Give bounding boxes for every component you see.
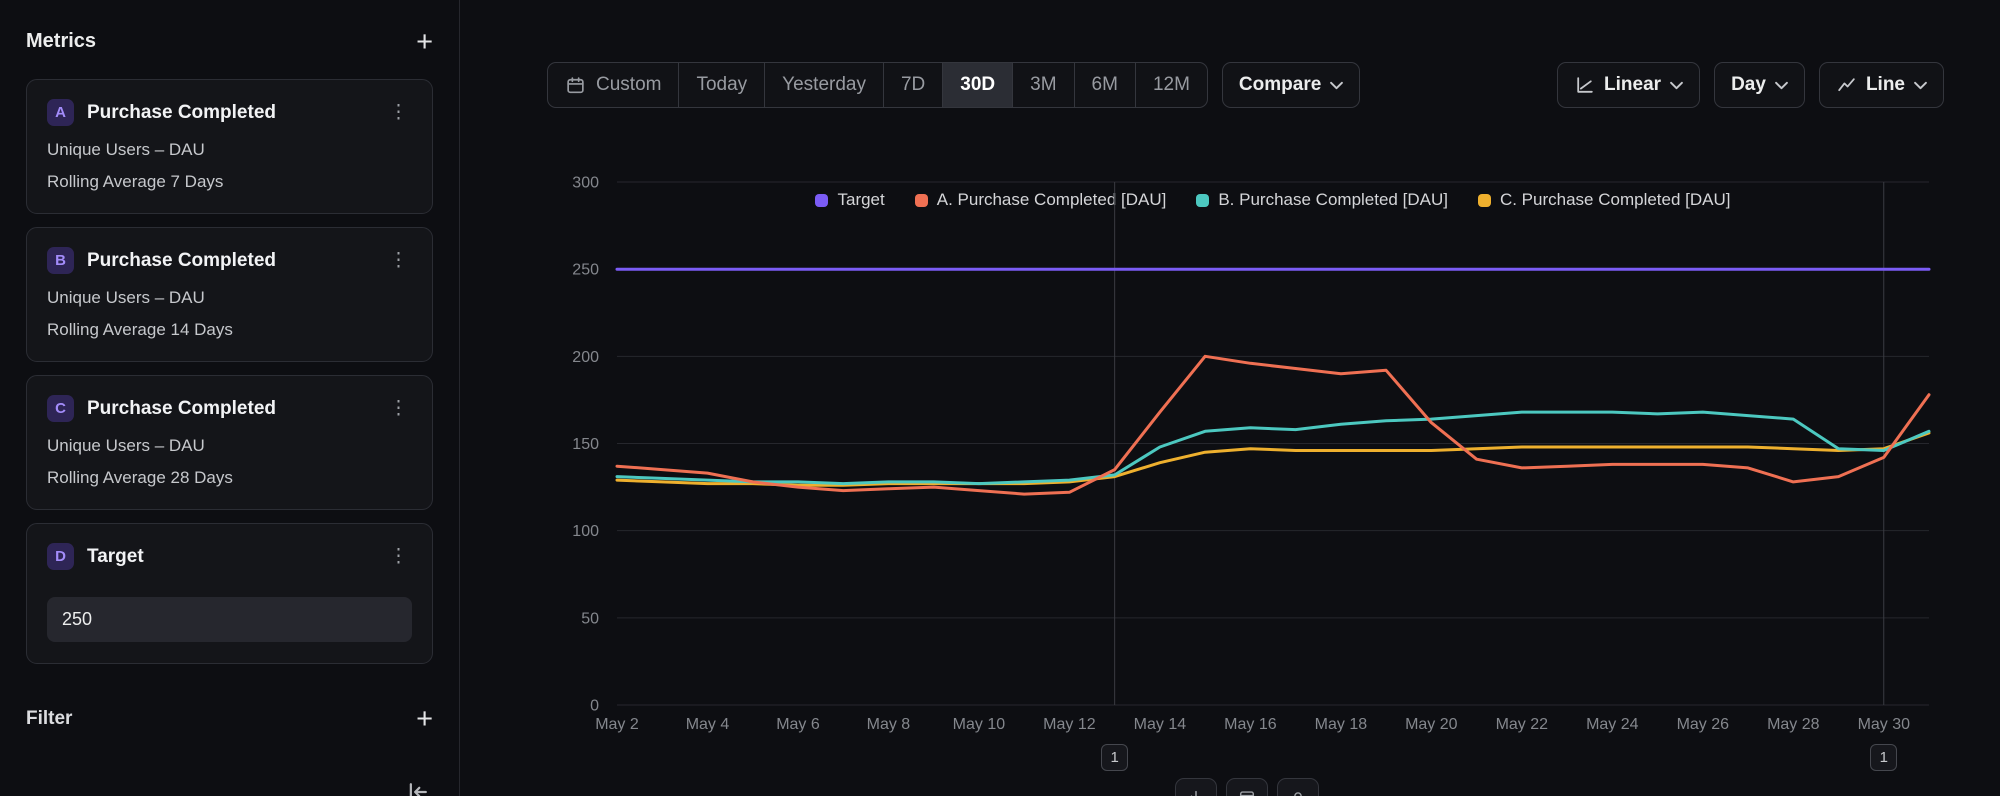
line-chart: 0 50 100 150 200 250 300 May 2 May 4 May 6 May 8 Ma… xyxy=(461,0,2000,796)
svg-text:May 30: May 30 xyxy=(1858,716,1911,733)
collapse-sidebar-button[interactable] xyxy=(405,779,435,796)
svg-text:100: 100 xyxy=(572,523,599,540)
metric-card-c[interactable]: C Purchase Completed ⋮ Unique Users – DA… xyxy=(26,375,433,510)
target-menu-button[interactable]: ⋮ xyxy=(385,545,412,568)
bar-chart-icon xyxy=(1187,788,1205,796)
svg-text:May 4: May 4 xyxy=(686,716,730,733)
svg-text:May 16: May 16 xyxy=(1224,716,1277,733)
target-card[interactable]: D Target ⋮ xyxy=(26,523,433,664)
collapse-left-icon xyxy=(405,779,431,796)
chart-panel: Custom Today Yesterday 7D 30D 3M 6M 12M … xyxy=(461,0,2000,796)
annotation-badge[interactable]: 1 xyxy=(1870,744,1897,771)
target-title: Target xyxy=(87,546,385,568)
annotations-toggle-button[interactable] xyxy=(1226,778,1268,796)
svg-text:May 26: May 26 xyxy=(1677,716,1730,733)
svg-text:May 18: May 18 xyxy=(1315,716,1368,733)
metric-measure: Unique Users – DAU xyxy=(47,288,412,308)
metric-window: Rolling Average 7 Days xyxy=(47,172,412,192)
alerts-toggle-button[interactable] xyxy=(1277,778,1319,796)
metric-window: Rolling Average 14 Days xyxy=(47,320,412,340)
svg-text:May 2: May 2 xyxy=(595,716,639,733)
svg-text:May 22: May 22 xyxy=(1496,716,1549,733)
svg-text:May 14: May 14 xyxy=(1134,716,1187,733)
svg-text:May 10: May 10 xyxy=(953,716,1006,733)
metric-card-head: B Purchase Completed ⋮ xyxy=(47,247,412,274)
svg-text:300: 300 xyxy=(572,175,599,192)
metric-title: Purchase Completed xyxy=(87,102,385,124)
svg-text:250: 250 xyxy=(572,262,599,279)
annotation-badge[interactable]: 1 xyxy=(1101,744,1128,771)
events-toggle-button[interactable] xyxy=(1175,778,1217,796)
add-filter-button[interactable]: + xyxy=(416,708,433,730)
metric-card-a[interactable]: A Purchase Completed ⋮ Unique Users – DA… xyxy=(26,79,433,214)
metrics-title: Metrics xyxy=(26,30,96,53)
metrics-header: Metrics + xyxy=(26,30,433,53)
metric-card-head: C Purchase Completed ⋮ xyxy=(47,395,412,422)
metric-window: Rolling Average 28 Days xyxy=(47,468,412,488)
metric-badge-d: D xyxy=(47,543,74,570)
metric-menu-button[interactable]: ⋮ xyxy=(385,397,412,420)
svg-text:150: 150 xyxy=(572,436,599,453)
add-metric-button[interactable]: + xyxy=(416,31,433,53)
metric-title: Purchase Completed xyxy=(87,250,385,272)
svg-text:May 12: May 12 xyxy=(1043,716,1096,733)
metric-measure: Unique Users – DAU xyxy=(47,140,412,160)
bell-icon xyxy=(1289,788,1307,796)
calendar-icon xyxy=(1238,788,1256,796)
svg-text:May 8: May 8 xyxy=(867,716,911,733)
filter-title: Filter xyxy=(26,708,72,730)
metric-badge-b: B xyxy=(47,247,74,274)
metric-measure: Unique Users – DAU xyxy=(47,436,412,456)
metric-card-b[interactable]: B Purchase Completed ⋮ Unique Users – DA… xyxy=(26,227,433,362)
svg-text:May 6: May 6 xyxy=(776,716,820,733)
metric-title: Purchase Completed xyxy=(87,398,385,420)
svg-text:May 20: May 20 xyxy=(1405,716,1458,733)
svg-text:0: 0 xyxy=(590,698,599,715)
metric-badge-a: A xyxy=(47,99,74,126)
svg-text:50: 50 xyxy=(581,610,599,627)
svg-text:200: 200 xyxy=(572,349,599,366)
metrics-sidebar: Metrics + A Purchase Completed ⋮ Unique … xyxy=(0,0,460,796)
target-card-head: D Target ⋮ xyxy=(47,543,412,570)
metric-badge-c: C xyxy=(47,395,74,422)
svg-text:May 24: May 24 xyxy=(1586,716,1639,733)
metric-card-head: A Purchase Completed ⋮ xyxy=(47,99,412,126)
bottom-actions-bar xyxy=(1175,778,1319,796)
metric-menu-button[interactable]: ⋮ xyxy=(385,249,412,272)
svg-text:May 28: May 28 xyxy=(1767,716,1820,733)
filter-section: Filter + xyxy=(26,708,433,730)
target-value-input[interactable] xyxy=(47,597,412,642)
metric-menu-button[interactable]: ⋮ xyxy=(385,101,412,124)
